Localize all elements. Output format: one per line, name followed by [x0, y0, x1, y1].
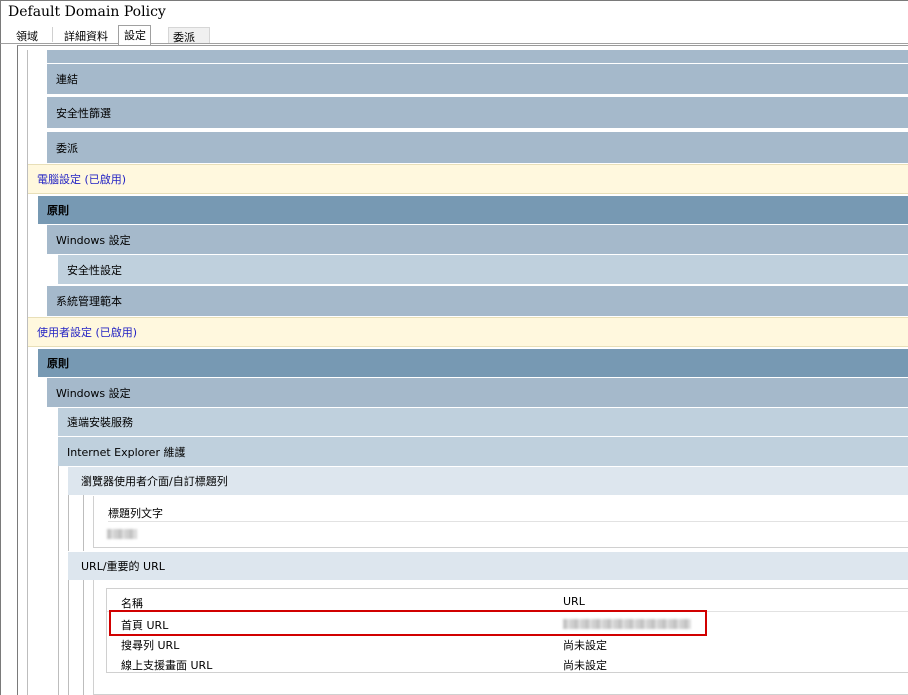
important-urls[interactable]: URL/重要的 URL [68, 551, 908, 580]
ie-maintenance[interactable]: Internet Explorer 維護 [58, 436, 908, 466]
tab-bar: 領域 詳細資料 設定 委派 [0, 24, 908, 45]
computer-security-settings[interactable]: 安全性設定 [58, 254, 908, 284]
table-row-support-url: 尚未設定 [563, 659, 607, 672]
table-row-support-name: 線上支援畫面 URL [121, 659, 213, 672]
divider [107, 611, 908, 612]
tab-delegation[interactable]: 委派 [168, 27, 210, 44]
user-windows-settings[interactable]: Windows 設定 [47, 377, 908, 407]
computer-administrative-templates[interactable]: 系統管理範本 [47, 285, 908, 316]
url-table: 名稱 URL 首頁 URL 搜尋列 URL 尚未設定 線上支援畫面 URL 尚未… [106, 588, 908, 673]
computer-configuration-header[interactable]: 電腦設定 (已啟用) [28, 164, 908, 194]
tab-scope[interactable]: 領域 [16, 27, 38, 44]
tab-settings[interactable]: 設定 [118, 25, 151, 45]
table-row-search-name: 搜尋列 URL [121, 639, 180, 652]
table-row-search-url: 尚未設定 [563, 639, 607, 652]
browser-ui-custom-title[interactable]: 瀏覽器使用者介面/自訂標題列 [68, 466, 908, 495]
computer-windows-settings[interactable]: Windows 設定 [47, 224, 908, 254]
section-security-filtering[interactable]: 安全性篩選 [47, 96, 908, 128]
url-table-header-name: 名稱 [121, 597, 143, 610]
section-delegation[interactable]: 委派 [47, 131, 908, 163]
tab-details[interactable]: 詳細資料 [64, 27, 108, 44]
titlebar-text-label: 標題列文字 [108, 507, 163, 520]
section-links[interactable]: 連結 [47, 63, 908, 94]
table-row-homepage-name: 首頁 URL [121, 619, 169, 632]
window-title: Default Domain Policy [0, 0, 908, 24]
user-policies-header[interactable]: 原則 [38, 348, 908, 377]
divider [108, 521, 908, 522]
url-table-header-url: URL [563, 595, 585, 608]
tree-guide-line [68, 466, 69, 695]
collapsed-section-strip [47, 50, 908, 63]
titlebar-text-value-redacted [107, 529, 137, 539]
homepage-url-value-redacted [563, 619, 691, 629]
user-configuration-header[interactable]: 使用者設定 (已啟用) [28, 317, 908, 347]
computer-policies-header[interactable]: 原則 [38, 195, 908, 224]
tree-guide-line [83, 495, 84, 695]
remote-installation-services[interactable]: 遠端安裝服務 [58, 407, 908, 436]
titlebar-text-group [93, 496, 908, 548]
tab-separator [52, 27, 53, 42]
tree-guide-line [27, 50, 28, 695]
